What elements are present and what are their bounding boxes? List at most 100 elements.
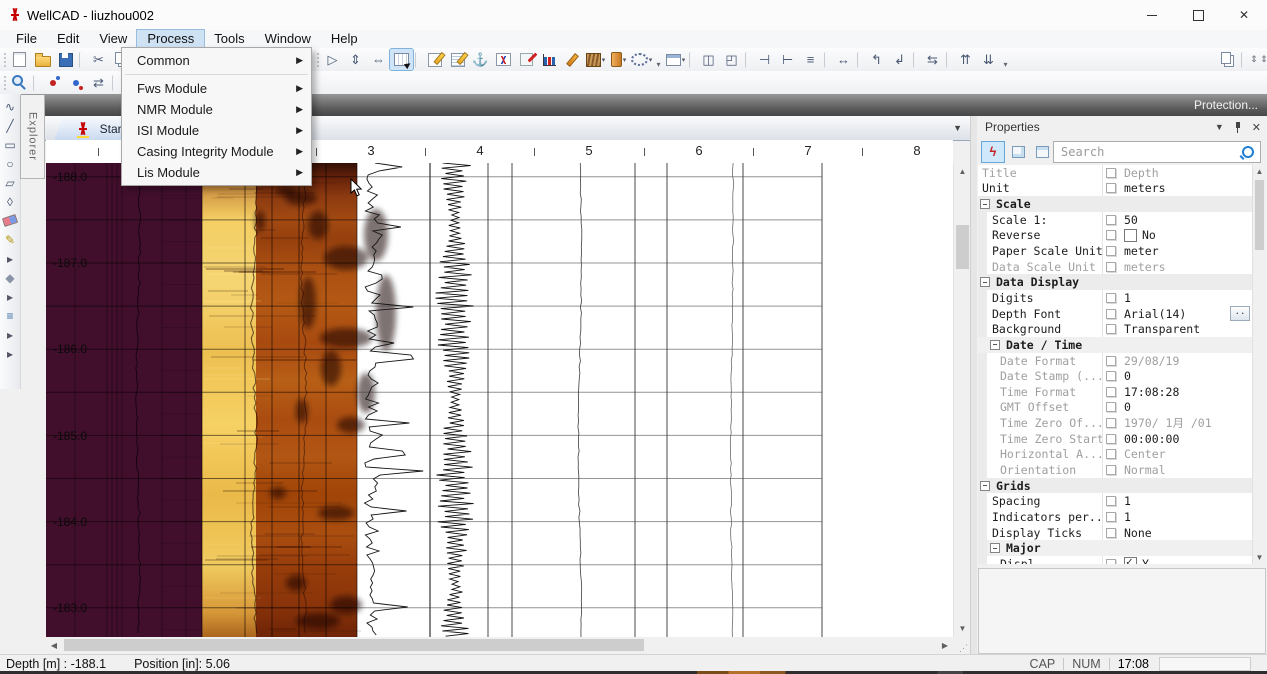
- line-tool[interactable]: ╱: [1, 116, 19, 135]
- select-pointer-button[interactable]: ▷: [321, 49, 344, 70]
- property-row[interactable]: Scale 1: 50..: [978, 211, 1266, 228]
- checkbox-icon[interactable]: [1124, 228, 1137, 242]
- scroll-up-icon[interactable]: ▲: [954, 163, 971, 180]
- panel-close-icon[interactable]: ✕: [1252, 121, 1261, 134]
- categorized-view-button[interactable]: [1007, 142, 1029, 162]
- property-row[interactable]: Time Zero Of... 1970/ 1月 /01..: [978, 415, 1266, 431]
- maximize-button[interactable]: [1175, 0, 1221, 30]
- line-style-tool[interactable]: ≡: [1, 306, 19, 325]
- property-row[interactable]: Background Transparent..: [978, 321, 1266, 338]
- property-row[interactable]: Grids ..: [978, 477, 1266, 494]
- save-document-button[interactable]: [54, 49, 77, 70]
- resize-track-width-button[interactable]: ◫: [697, 49, 720, 70]
- move-up-button[interactable]: ⇈: [954, 49, 977, 70]
- property-row[interactable]: Paper Scale Unit meter..: [978, 243, 1266, 259]
- fill-more-button[interactable]: ▸: [1, 287, 19, 306]
- align-block-button[interactable]: ≡: [799, 49, 822, 70]
- property-row[interactable]: Depth Font Arial(14)..: [978, 305, 1266, 322]
- property-row[interactable]: Title Depth..: [978, 165, 1266, 181]
- histogram-button[interactable]: [538, 49, 561, 70]
- menu-process[interactable]: Process: [136, 29, 206, 49]
- protection-panel-button[interactable]: Protection...: [1194, 98, 1267, 112]
- fit-view-button[interactable]: ⇄: [87, 72, 110, 93]
- lithology-pattern-button[interactable]: ▾: [584, 49, 607, 70]
- pencil-more-button[interactable]: ▸: [1, 249, 19, 268]
- open-document-button[interactable]: [31, 49, 54, 70]
- polygon-tool[interactable]: ▱: [1, 173, 19, 192]
- menu-item-isi-module[interactable]: ISI Module ▶: [122, 120, 311, 141]
- scroll-left-icon[interactable]: ◀: [46, 637, 62, 653]
- menu-file[interactable]: File: [6, 30, 47, 48]
- property-row[interactable]: Displ Y..: [978, 556, 1266, 564]
- grid-scroll-up-icon[interactable]: ▲: [1253, 165, 1266, 178]
- property-row[interactable]: Major ..: [978, 540, 1266, 557]
- line-style-more-button[interactable]: ▸: [1, 325, 19, 344]
- pencil-tool[interactable]: ✎: [1, 230, 19, 249]
- property-row[interactable]: Display Ticks None..: [978, 524, 1266, 541]
- menu-tools[interactable]: Tools: [204, 30, 254, 48]
- property-row[interactable]: Orientation Normal..: [978, 462, 1266, 478]
- new-document-button[interactable]: [8, 49, 31, 70]
- property-row[interactable]: Reverse No..: [978, 227, 1266, 244]
- lasso-select-button[interactable]: ▾: [630, 49, 653, 70]
- collapse-icon[interactable]: [980, 480, 990, 491]
- align-left-button[interactable]: ⊣: [753, 49, 776, 70]
- eraser-tool[interactable]: [1, 211, 19, 230]
- core-image-button[interactable]: ▾: [607, 49, 630, 70]
- panel-menu-icon[interactable]: ▼: [1215, 122, 1224, 132]
- collapse-icon[interactable]: [980, 199, 990, 210]
- scroll-down-icon[interactable]: ▼: [954, 620, 971, 637]
- property-row[interactable]: Scale ..: [978, 196, 1266, 212]
- property-row[interactable]: Digits 1..: [978, 290, 1266, 306]
- close-button[interactable]: ✕: [1221, 0, 1267, 30]
- ellipse-tool[interactable]: ○: [1, 154, 19, 173]
- annotation-button[interactable]: [515, 49, 538, 70]
- duplicate-view-button[interactable]: [1216, 49, 1239, 70]
- swap-tracks-button[interactable]: ⇆: [921, 49, 944, 70]
- distribute-horizontal-button[interactable]: ↔: [832, 49, 855, 70]
- checkbox-icon[interactable]: [1124, 556, 1137, 564]
- grid-scrollbar[interactable]: ▲ ▼: [1252, 165, 1266, 564]
- menu-edit[interactable]: Edit: [47, 30, 89, 48]
- collapse-icon[interactable]: [980, 277, 990, 288]
- horizontal-scroll-thumb[interactable]: [64, 639, 644, 651]
- collapse-icon[interactable]: [990, 339, 1000, 350]
- log-viewport[interactable]: -188.0 -187.0 -186.0 -185.0 -184.0 -183.…: [46, 163, 953, 637]
- anchor-top-button[interactable]: ↰: [865, 49, 888, 70]
- property-row[interactable]: Horizontal A... Center..: [978, 446, 1266, 463]
- property-row[interactable]: Date Format 29/08/19..: [978, 352, 1266, 369]
- menu-item-nmr-module[interactable]: NMR Module ▶: [122, 99, 311, 120]
- filter-properties-button[interactable]: [981, 140, 1005, 163]
- property-row[interactable]: Unit meters..: [978, 180, 1266, 197]
- horizontal-scrollbar[interactable]: ◀ ▶: [46, 637, 953, 653]
- fit-height-button[interactable]: ⇕: [344, 49, 367, 70]
- property-row[interactable]: Spacing 1..: [978, 493, 1266, 510]
- cut-button[interactable]: ✂: [87, 49, 110, 70]
- menu-view[interactable]: View: [89, 30, 137, 48]
- log-settings-button[interactable]: [423, 49, 446, 70]
- anchor-bottom-button[interactable]: ↲: [888, 49, 911, 70]
- well-log-canvas[interactable]: [46, 163, 953, 637]
- expand-tools-button[interactable]: ▸: [1, 344, 19, 363]
- cross-plot-button[interactable]: [492, 49, 515, 70]
- minimize-button[interactable]: [1129, 0, 1175, 30]
- scroll-right-icon[interactable]: ▶: [937, 637, 953, 653]
- property-row[interactable]: GMT Offset 0..: [978, 399, 1266, 416]
- grid-scroll-down-icon[interactable]: ▼: [1253, 551, 1266, 564]
- resize-track-height-button[interactable]: ◰: [720, 49, 743, 70]
- insert-anchor-button[interactable]: ⚓: [469, 49, 492, 70]
- menu-item-casing-integrity-module[interactable]: Casing Integrity Module ▶: [122, 141, 311, 162]
- menu-help[interactable]: Help: [321, 30, 368, 48]
- property-row[interactable]: Time Format 17:08:28..: [978, 383, 1266, 400]
- menu-item-fws-module[interactable]: Fws Module ▶: [122, 78, 311, 99]
- edit-table-button[interactable]: [446, 49, 469, 70]
- header-style-button[interactable]: ▾: [664, 49, 687, 70]
- collapse-icon[interactable]: [990, 543, 1000, 554]
- move-down-button[interactable]: ⇊: [977, 49, 1000, 70]
- menu-item-lis-module[interactable]: Lis Module ▶: [122, 162, 311, 183]
- shape-tool[interactable]: ◊: [1, 192, 19, 211]
- grid-scroll-thumb[interactable]: [1255, 180, 1264, 250]
- vertical-scroll-thumb[interactable]: [956, 225, 969, 269]
- explorer-tab[interactable]: Explorer: [20, 95, 45, 179]
- menu-item-common[interactable]: Common ▶: [122, 50, 311, 71]
